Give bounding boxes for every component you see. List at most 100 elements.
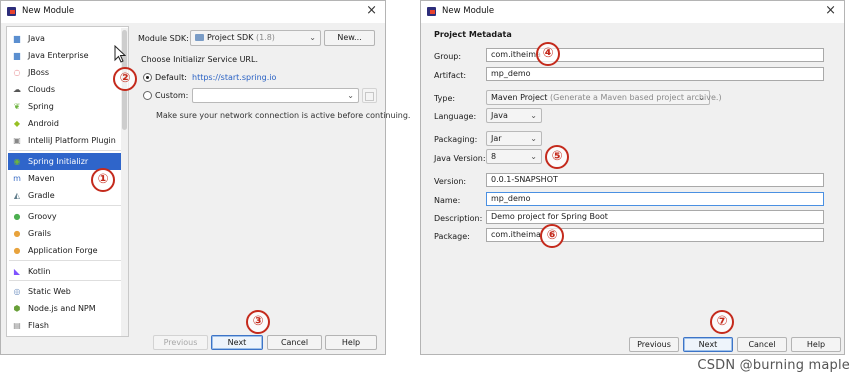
module-type-item[interactable]: ● Groovy — [8, 208, 123, 225]
module-type-label: JBoss — [28, 68, 50, 77]
step-marker-3: ③ — [246, 310, 270, 334]
enterprise-icon: ▆ — [13, 51, 21, 60]
module-type-label: Groovy — [28, 212, 57, 221]
module-type-item[interactable]: ◣ Kotlin — [8, 263, 123, 280]
settings-icon — [365, 92, 374, 101]
artifact-input[interactable]: mp_demo — [486, 67, 824, 81]
intellij-app-icon — [427, 7, 436, 16]
chevron-down-icon: ⌄ — [698, 93, 705, 102]
package-label: Package: — [434, 232, 470, 241]
jboss-icon: ◌ — [13, 68, 21, 77]
list-separator — [9, 280, 122, 281]
java-version-select[interactable]: 8 ⌄ — [486, 149, 542, 164]
chevron-down-icon: ⌄ — [347, 91, 354, 100]
module-type-label: Gradle — [28, 191, 55, 200]
default-url-link[interactable]: https://start.spring.io — [192, 73, 276, 82]
flash-icon: ▤ — [13, 321, 21, 330]
name-label: Name: — [434, 196, 461, 205]
spring-initializr-icon: ◉ — [13, 157, 21, 166]
module-type-item[interactable]: ▤ Flash — [8, 317, 123, 334]
default-url-label: Default: — [155, 73, 187, 82]
module-type-label: Flash — [28, 321, 49, 330]
default-url-radio[interactable] — [143, 73, 152, 82]
step-marker-4: ④ — [536, 42, 560, 66]
module-type-label: Android — [28, 119, 59, 128]
new-sdk-button[interactable]: New... — [324, 30, 375, 46]
step-marker-2: ② — [113, 67, 137, 91]
web-icon: ◎ — [13, 287, 21, 296]
left-cancel-button[interactable]: Cancel — [267, 335, 322, 350]
right-new-module-dialog: New Module × Project Metadata Group: com… — [420, 0, 845, 355]
module-type-item[interactable]: ▆ Java Enterprise — [8, 47, 123, 64]
module-type-label: Spring Initializr — [28, 157, 89, 166]
module-type-item[interactable]: ● Application Forge — [8, 242, 123, 259]
step-marker-6: ⑥ — [540, 224, 564, 248]
right-help-button[interactable]: Help — [791, 337, 841, 352]
packaging-select[interactable]: Jar ⌄ — [486, 131, 542, 146]
right-previous-button[interactable]: Previous — [629, 337, 679, 352]
chevron-down-icon: ⌄ — [530, 111, 537, 120]
step-marker-7: ⑦ — [710, 310, 734, 334]
mouse-cursor-icon — [114, 45, 126, 63]
version-label: Version: — [434, 177, 467, 186]
kotlin-icon: ◣ — [13, 267, 21, 276]
module-type-item[interactable]: ◆ Android — [8, 115, 123, 132]
version-input[interactable]: 0.0.1-SNAPSHOT — [486, 173, 824, 187]
left-help-button[interactable]: Help — [325, 335, 377, 350]
left-previous-button[interactable]: Previous — [153, 335, 208, 350]
module-type-item[interactable]: ● Grails — [8, 225, 123, 242]
module-type-item[interactable]: ▣ IntelliJ Platform Plugin — [8, 132, 123, 149]
type-value: Maven Project — [491, 93, 548, 102]
module-type-label: Grails — [28, 229, 52, 238]
language-select[interactable]: Java ⌄ — [486, 108, 542, 123]
package-input[interactable]: com.itheima — [486, 228, 824, 242]
list-separator — [9, 260, 122, 261]
custom-url-config-button[interactable] — [362, 88, 377, 103]
android-icon: ◆ — [13, 119, 21, 128]
module-type-item[interactable]: ⬢ Node.js and NPM — [8, 300, 123, 317]
right-next-button[interactable]: Next — [683, 337, 733, 352]
module-type-item[interactable]: ❦ Spring — [8, 98, 123, 115]
chevron-down-icon: ⌄ — [530, 152, 537, 161]
module-type-item[interactable]: ◎ Static Web — [8, 283, 123, 300]
left-close-icon[interactable]: × — [366, 3, 377, 18]
right-close-icon[interactable]: × — [825, 3, 836, 18]
sdk-folder-icon — [195, 34, 204, 41]
java-version-value: 8 — [491, 152, 497, 161]
grails-icon: ● — [13, 229, 21, 238]
type-label: Type: — [434, 94, 456, 103]
type-select[interactable]: Maven Project (Generate a Maven based pr… — [486, 90, 722, 105]
name-input[interactable]: mp_demo — [486, 192, 824, 206]
service-url-heading: Choose Initializr Service URL. — [141, 55, 258, 64]
chevron-down-icon: ⌄ — [309, 33, 316, 42]
left-next-button[interactable]: Next — [211, 335, 263, 350]
module-type-label: IntelliJ Platform Plugin — [28, 136, 116, 145]
module-type-label: Clouds — [28, 85, 56, 94]
custom-url-label: Custom: — [155, 91, 189, 100]
right-cancel-button[interactable]: Cancel — [737, 337, 787, 352]
groovy-icon: ● — [13, 212, 21, 221]
module-sdk-value: Project SDK — [207, 33, 254, 42]
project-metadata-heading: Project Metadata — [434, 30, 512, 39]
spring-leaf-icon: ❦ — [13, 102, 21, 111]
module-sdk-select[interactable]: Project SDK (1.8) ⌄ — [190, 30, 321, 46]
nodejs-icon: ⬢ — [13, 304, 21, 313]
description-label: Description: — [434, 214, 483, 223]
module-type-label: Maven — [28, 174, 55, 183]
gradle-icon: ◭ — [13, 191, 21, 200]
module-type-label: Static Web — [28, 287, 71, 296]
step-marker-5: ⑤ — [545, 145, 569, 169]
module-type-item[interactable]: ◌ JBoss — [8, 64, 123, 81]
module-type-item[interactable]: ☁ Clouds — [8, 81, 123, 98]
module-type-item[interactable]: ▆ Java — [8, 30, 123, 47]
plugin-icon: ▣ — [13, 136, 21, 145]
group-label: Group: — [434, 52, 462, 61]
description-input[interactable]: Demo project for Spring Boot — [486, 210, 824, 224]
packaging-label: Packaging: — [434, 135, 478, 144]
module-type-label: Spring — [28, 102, 54, 111]
list-separator — [9, 150, 122, 151]
custom-url-select[interactable]: ⌄ — [192, 88, 359, 103]
left-new-module-dialog: New Module × ▆ Java ▆ Java Enterprise ◌ JBoss… — [0, 0, 410, 355]
custom-url-radio[interactable] — [143, 91, 152, 100]
forge-icon: ● — [13, 246, 21, 255]
